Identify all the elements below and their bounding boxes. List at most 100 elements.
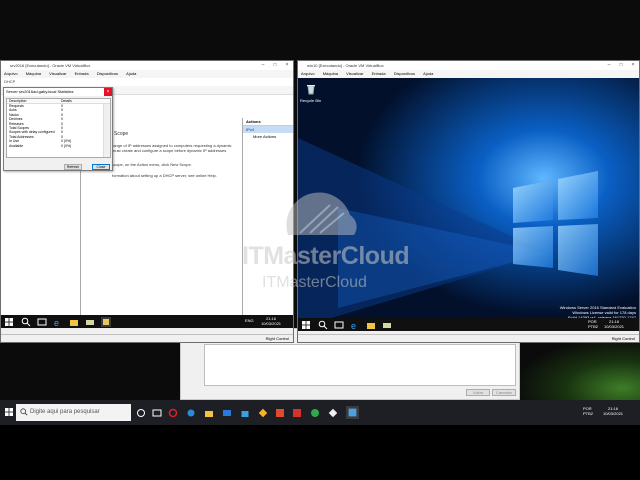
refresh-button[interactable]: Refresh (64, 164, 82, 170)
guest-taskbar-srv: e ENG 21:16 10/03/2021 (1, 315, 293, 328)
maximize-icon[interactable]: □ (615, 61, 627, 70)
letterbox (0, 425, 640, 480)
menu-visualizar[interactable]: Visualizar (49, 71, 66, 76)
guest-lang[interactable]: POR PTB2 (588, 319, 598, 329)
menu-ajuda[interactable]: Ajuda (126, 71, 136, 76)
host-wallpaper-glow (520, 340, 640, 400)
vm2-statusbar: Right Control (298, 334, 639, 342)
center-text-4: formation about setting up a DHCP server… (112, 173, 217, 178)
close-icon[interactable]: × (281, 61, 293, 70)
statistics-table: Description Details Requests 0 Acks 0 Nacks 0… (6, 98, 111, 158)
vm2-menubar: Arquivo Máquina Visualizar Entrada Dispo… (298, 70, 639, 78)
dhcp-window-title: DHCP (1, 78, 293, 86)
ie-icon[interactable]: e (350, 320, 360, 330)
statistics-title: Server srv2016ad.gaby.local Statistics (4, 88, 112, 96)
center-heading: Scope (114, 131, 129, 137)
close-button[interactable]: Close (92, 164, 110, 170)
svg-text:e: e (351, 321, 356, 330)
close-icon[interactable]: × (627, 61, 639, 70)
file-explorer-icon[interactable] (69, 317, 79, 327)
guest-lang[interactable]: ENG (245, 318, 254, 323)
task-view-icon[interactable] (37, 317, 47, 327)
menu-dispositivos[interactable]: Dispositivos (97, 71, 118, 76)
cell-description: Available (9, 143, 24, 148)
app-icon-5[interactable] (328, 408, 338, 418)
search-icon[interactable] (21, 317, 31, 327)
host-lang[interactable]: POR PTB2 (583, 406, 593, 416)
col-description[interactable]: Description (7, 99, 59, 103)
dhcp-app-icon[interactable] (101, 317, 111, 327)
app-icon-4[interactable] (310, 408, 320, 418)
store-icon[interactable] (240, 408, 250, 418)
minimize-icon[interactable]: – (603, 61, 615, 70)
menu-dispositivos[interactable]: Dispositivos (394, 71, 415, 76)
menu-entrada[interactable]: Entrada (372, 71, 386, 76)
edge-icon[interactable] (186, 408, 196, 418)
virtualbox-icon[interactable] (346, 406, 359, 419)
app-icon-3[interactable] (292, 408, 302, 418)
task-view-icon[interactable] (152, 408, 162, 418)
windows-start-icon[interactable] (4, 317, 14, 327)
mail-icon[interactable] (222, 408, 232, 418)
close-icon[interactable]: × (104, 88, 112, 96)
recycle-bin-label[interactable]: Recycle Bin (300, 98, 321, 103)
brand-watermark-1: ITMasterCloud (242, 242, 410, 270)
menu-visualizar[interactable]: Visualizar (346, 71, 363, 76)
cell-details: 0 (0%) (61, 143, 72, 148)
vm1-menubar: Arquivo Máquina Visualizar Entrada Dispo… (1, 70, 293, 78)
vm1-guest-screen[interactable]: DHCP Scope range of IP addresses assigne… (1, 78, 293, 328)
center-text-3: scope, on the Action menu, click New Sco… (112, 162, 192, 167)
cloud-logo-icon (286, 192, 357, 235)
ie-icon[interactable]: e (53, 317, 63, 327)
guest-clock[interactable]: 21:16 10/03/2021 (604, 319, 624, 329)
server-manager-icon[interactable] (85, 317, 95, 327)
layout-code: PTB2 (583, 411, 594, 416)
table-row[interactable]: Available 0 (0%) (7, 144, 110, 148)
clock-date: 10/03/2021 (261, 321, 282, 326)
windows-start-icon[interactable] (4, 407, 14, 417)
menu-arquivo[interactable]: Arquivo (4, 71, 18, 76)
server-manager-icon[interactable] (382, 320, 392, 330)
cortana-icon[interactable] (136, 408, 146, 418)
recycle-bin-icon[interactable] (305, 83, 317, 95)
clock-date: 10/03/2021 (603, 411, 624, 416)
layout-code: PTB2 (588, 324, 599, 329)
vm1-statusbar: Right Control (1, 334, 293, 342)
menu-maquina[interactable]: Máquina (26, 71, 41, 76)
host-tray: POR PTB2 21:16 10/03/2021 (583, 405, 638, 421)
host-back-button[interactable]: Voltar (466, 389, 490, 396)
actions-more[interactable]: More Actions (243, 133, 293, 140)
opera-icon[interactable] (168, 408, 178, 418)
minimize-icon[interactable]: – (257, 61, 269, 70)
task-view-icon[interactable] (334, 320, 344, 330)
vm1-title: srv2016 [Executando] - Oracle VM Virtual… (1, 61, 293, 70)
brand-watermark-2: ITMasterCloud (262, 274, 367, 291)
col-details[interactable]: Details (59, 99, 104, 103)
guest-clock[interactable]: 21:16 10/03/2021 (261, 316, 281, 326)
menu-entrada[interactable]: Entrada (75, 71, 89, 76)
host-search-input[interactable]: Digite aqui para pesquisar (16, 404, 131, 421)
search-icon[interactable] (318, 320, 328, 330)
menu-ajuda[interactable]: Ajuda (423, 71, 433, 76)
host-cancel-button[interactable]: Cancelar (492, 389, 516, 396)
menu-arquivo[interactable]: Arquivo (301, 71, 315, 76)
scrollbar[interactable] (103, 104, 110, 157)
maximize-icon[interactable]: □ (269, 61, 281, 70)
vm2-title: win10 [Executando] - Oracle VM VirtualBo… (298, 61, 639, 70)
center-text-2: must create and configure a scope before… (112, 148, 227, 153)
svg-text:e: e (54, 318, 59, 327)
app-icon-2[interactable] (275, 408, 285, 418)
statistics-dialog: Server srv2016ad.gaby.local Statistics ×… (3, 87, 113, 171)
guest-taskbar: e POR PTB2 21:16 10/03/2021 (298, 318, 639, 331)
clock-date: 10/03/2021 (604, 324, 625, 329)
host-clock[interactable]: 21:16 10/03/2021 (603, 406, 623, 416)
windows-start-icon[interactable] (301, 320, 311, 330)
file-explorer-icon[interactable] (204, 408, 214, 418)
vm-window-srv2016[interactable]: srv2016 [Executando] - Oracle VM Virtual… (0, 60, 294, 343)
actions-ipv4[interactable]: IPv4 (243, 126, 293, 133)
file-explorer-icon[interactable] (366, 320, 376, 330)
search-icon (20, 408, 28, 416)
menu-maquina[interactable]: Máquina (323, 71, 338, 76)
host-dialog-content (204, 344, 516, 386)
app-icon[interactable] (258, 408, 268, 418)
